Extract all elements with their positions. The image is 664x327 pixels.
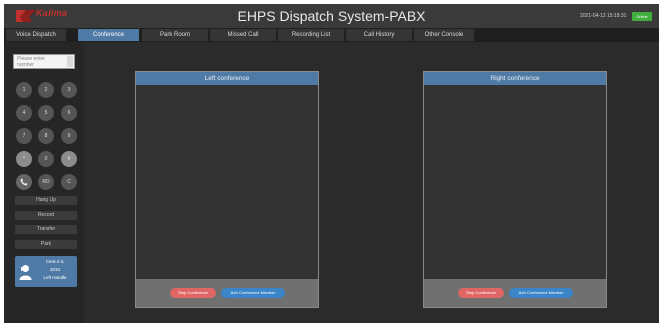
key-1[interactable]: 1 [16, 82, 32, 98]
tab-park-room[interactable]: Park Room [142, 29, 209, 41]
tab-missed-call[interactable]: Missed Call [210, 29, 277, 41]
app-title: EHPS Dispatch System-PABX [237, 8, 426, 24]
park-button[interactable]: Park [15, 240, 77, 249]
left-conference-title: Left conference [136, 72, 318, 85]
tab-recording-list[interactable]: Recording List [278, 29, 345, 41]
key-2[interactable]: 2 [38, 82, 54, 98]
user-info: Cent-4 IL 2010 Left Handle [37, 258, 73, 282]
right-add-member-button[interactable]: Add Conference Member [509, 288, 573, 298]
right-conference-footer: Stop Conference Add Conference Member [424, 279, 606, 307]
left-conference-footer: Stop Conference Add Conference Member [136, 279, 318, 307]
redial-button[interactable]: RD [38, 174, 54, 190]
app-window: Kalima EHPS Dispatch System-PABX 2021-04… [4, 4, 659, 323]
tab-conference[interactable]: Conference [78, 29, 140, 41]
clear-button[interactable]: C [61, 174, 77, 190]
key-8[interactable]: 8 [38, 128, 54, 144]
key-3[interactable]: 3 [61, 82, 77, 98]
right-conference-panel: Right conference Stop Conference Add Con… [423, 71, 607, 308]
left-add-member-button[interactable]: Add Conference Member [221, 288, 285, 298]
tab-voice-dispatch[interactable]: Voice Dispatch [6, 29, 67, 41]
user-card[interactable]: Cent-4 IL 2010 Left Handle [15, 256, 77, 287]
number-input[interactable]: Please enter number [13, 54, 75, 69]
user-handle-mode: Left Handle [43, 275, 67, 280]
tab-bar: Voice Dispatch Conference Park Room Miss… [4, 28, 659, 42]
hang-up-button[interactable]: Hang Up [15, 196, 77, 205]
right-conference-title: Right conference [424, 72, 606, 85]
key-star[interactable]: * [16, 151, 32, 167]
record-button[interactable]: Record [15, 211, 77, 220]
phone-icon [20, 178, 28, 186]
left-conference-panel: Left conference Stop Conference Add Conf… [135, 71, 319, 308]
header-bar: Kalima EHPS Dispatch System-PABX 2021-04… [4, 4, 659, 28]
transfer-button[interactable]: Transfer [15, 225, 77, 234]
key-9[interactable]: 9 [61, 128, 77, 144]
user-extension: 2010 [49, 267, 60, 272]
right-stop-conference-button[interactable]: Stop Conference [458, 288, 504, 298]
key-6[interactable]: 6 [61, 105, 77, 121]
key-hash[interactable]: # [61, 151, 77, 167]
key-7[interactable]: 7 [16, 128, 32, 144]
tab-other-console[interactable]: Other Console [414, 29, 475, 41]
input-placeholder-line2: number [17, 62, 34, 68]
key-0[interactable]: 0 [38, 151, 54, 167]
left-stop-conference-button[interactable]: Stop Conference [170, 288, 216, 298]
key-5[interactable]: 5 [38, 105, 54, 121]
user-name: Cent-4 IL [45, 259, 65, 264]
status-badge[interactable]: Online [632, 12, 652, 21]
input-spinner[interactable] [67, 56, 73, 67]
user-avatar-icon [19, 265, 32, 280]
datetime-display: 2021-04-13 15:18:31 [580, 13, 627, 19]
call-button[interactable] [16, 174, 32, 190]
key-4[interactable]: 4 [16, 105, 32, 121]
tab-call-history[interactable]: Call History [346, 29, 413, 41]
